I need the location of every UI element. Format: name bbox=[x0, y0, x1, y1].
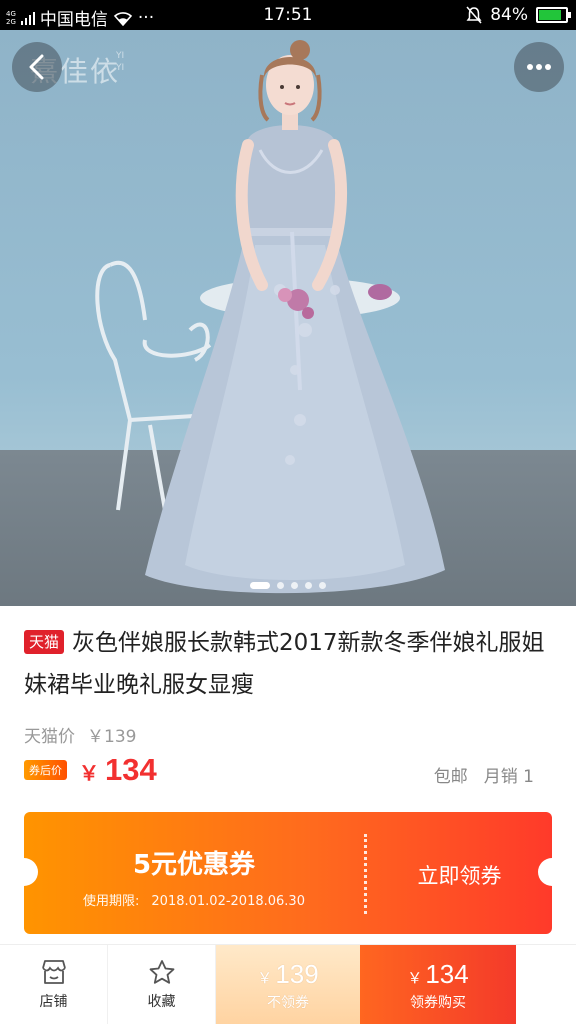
carrier-name: 中国电信 bbox=[39, 10, 108, 30]
battery-icon bbox=[536, 7, 571, 23]
coupon-validity: 使用期限: 2018.01.02-2018.06.30 bbox=[24, 890, 364, 909]
after-coupon-badge: 券后价 bbox=[24, 760, 67, 780]
product-title: 灰色伴娘服长款韩式2017新款冬季伴娘礼服姐妹裙毕业晚礼服女显瘦 bbox=[24, 630, 545, 698]
product-photo bbox=[95, 40, 445, 594]
currency-symbol: ￥ bbox=[407, 969, 423, 987]
claim-coupon-button[interactable]: 立即领券 bbox=[367, 860, 552, 890]
buy-without-coupon-button[interactable]: ￥ 139 不领券 bbox=[216, 945, 360, 1024]
star-icon bbox=[149, 960, 174, 984]
more-dots-icon bbox=[527, 64, 551, 70]
buy-with-coupon-button[interactable]: ￥ 134 领券购买 bbox=[360, 945, 516, 1024]
mute-bell-icon bbox=[466, 6, 482, 24]
shop-button[interactable]: 店铺 bbox=[0, 945, 108, 1024]
signal-icon bbox=[20, 11, 35, 25]
carousel-dot bbox=[250, 582, 270, 589]
coupon-card[interactable]: 5元优惠券 使用期限: 2018.01.02-2018.06.30 立即领券 bbox=[24, 812, 552, 934]
tmall-price-label: 天猫价 bbox=[24, 727, 75, 747]
brand-watermark-sub: YI YI bbox=[116, 50, 124, 74]
status-more: ··· bbox=[137, 7, 155, 28]
buy-with-coupon-price-value: 134 bbox=[425, 958, 469, 989]
coupon-validity-range: 2018.01.02-2018.06.30 bbox=[151, 894, 305, 909]
buy-with-coupon-label: 领券购买 bbox=[410, 994, 466, 1011]
buy-without-coupon-label: 不领券 bbox=[267, 994, 309, 1011]
status-left: 4G 2G 中国电信 ··· bbox=[6, 5, 155, 31]
product-detail-page: 4G 2G 中国电信 ··· 17:51 84% 熹佳依 YI YI 天猫 灰色… bbox=[0, 0, 576, 1024]
status-right: 84% bbox=[466, 5, 571, 25]
carousel-dot bbox=[291, 582, 298, 589]
tmall-price-row: 天猫价 ￥139 bbox=[24, 722, 136, 747]
buy-without-coupon-price-value: 139 bbox=[275, 958, 319, 989]
product-title-block: 天猫 灰色伴娘服长款韩式2017新款冬季伴娘礼服姐妹裙毕业晚礼服女显瘦 bbox=[24, 622, 554, 706]
network-type: 4G 2G bbox=[6, 10, 16, 26]
more-button[interactable] bbox=[514, 42, 564, 92]
carousel-dot bbox=[319, 582, 326, 589]
shop-icon bbox=[41, 960, 66, 984]
battery-fill bbox=[539, 10, 561, 20]
coupon-title: 5元优惠券 bbox=[132, 850, 256, 880]
wifi-icon bbox=[113, 11, 133, 26]
back-button[interactable] bbox=[12, 42, 62, 92]
after-coupon-price-value: 134 bbox=[105, 752, 157, 787]
bottom-action-bar: 店铺 收藏 ￥ 139 不领券 ￥ 134 领券购买 bbox=[0, 944, 576, 1024]
currency-symbol: ￥ bbox=[79, 763, 99, 785]
status-bar: 4G 2G 中国电信 ··· 17:51 84% bbox=[0, 0, 576, 30]
network-type-bottom: 2G bbox=[6, 17, 16, 26]
tmall-badge: 天猫 bbox=[24, 630, 65, 654]
tmall-price-value: ￥139 bbox=[87, 727, 137, 747]
product-image-carousel[interactable]: 熹佳依 YI YI bbox=[0, 30, 576, 606]
shop-label: 店铺 bbox=[39, 994, 68, 1010]
brand-watermark-sub-top: YI bbox=[116, 51, 125, 61]
shipping-sales-info: 包邮 月销 1 bbox=[434, 762, 534, 787]
buy-with-coupon-price: ￥ 134 bbox=[407, 959, 468, 990]
after-coupon-price-row: 券后价 ￥ 134 bbox=[24, 752, 157, 788]
favorite-label: 收藏 bbox=[147, 994, 176, 1010]
free-shipping-label: 包邮 bbox=[433, 767, 468, 787]
carousel-dot bbox=[277, 582, 284, 589]
coupon-validity-label: 使用期限: bbox=[83, 894, 140, 909]
chevron-left-icon bbox=[29, 54, 44, 80]
monthly-sales-label: 月销 1 bbox=[483, 767, 534, 787]
brand-watermark-sub-bottom: YI bbox=[116, 63, 125, 73]
favorite-button[interactable]: 收藏 bbox=[108, 945, 216, 1024]
carousel-dot bbox=[305, 582, 312, 589]
network-type-top: 4G bbox=[6, 9, 16, 18]
buy-without-coupon-price: ￥ 139 bbox=[257, 959, 318, 990]
carousel-indicator bbox=[0, 582, 576, 589]
battery-percent: 84% bbox=[490, 5, 528, 25]
currency-symbol: ￥ bbox=[257, 969, 273, 987]
after-coupon-price: ￥ 134 bbox=[79, 752, 157, 788]
